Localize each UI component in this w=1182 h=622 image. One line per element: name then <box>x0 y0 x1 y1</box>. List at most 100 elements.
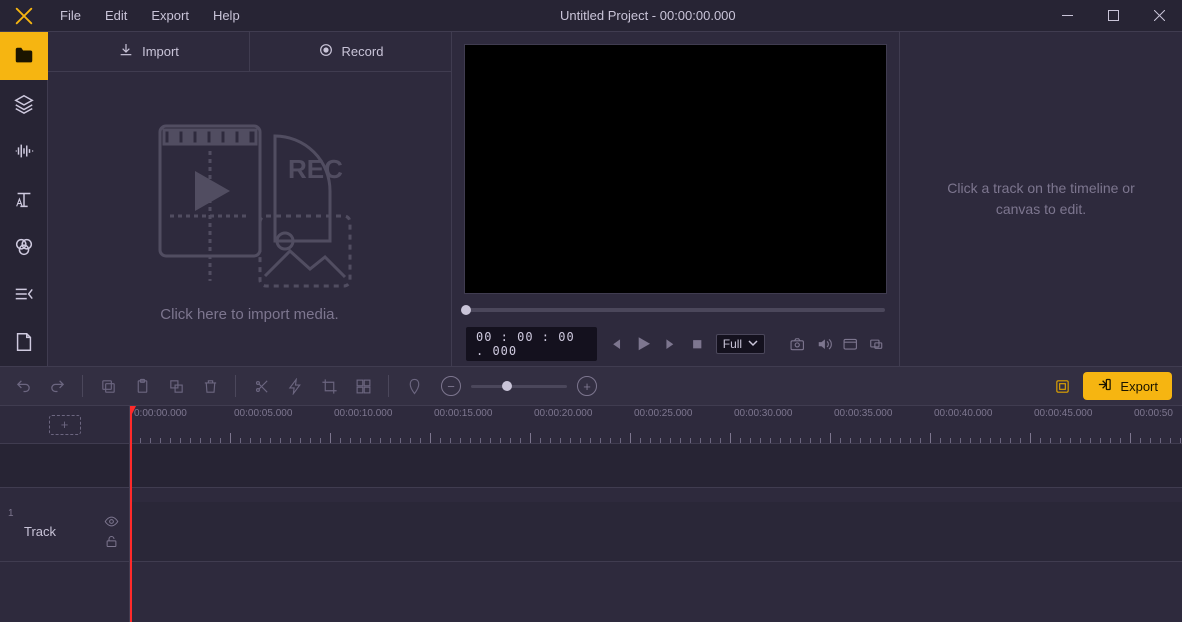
menu-edit[interactable]: Edit <box>93 0 139 32</box>
media-placeholder-art: REC <box>140 116 360 296</box>
menu-file[interactable]: File <box>48 0 93 32</box>
snapshot-button[interactable] <box>789 333 805 355</box>
menu-export[interactable]: Export <box>139 0 201 32</box>
preview-seek <box>452 298 899 322</box>
seek-slider[interactable] <box>466 308 885 312</box>
main-body: Import Record <box>0 32 1182 366</box>
duplicate-button[interactable] <box>163 373 189 399</box>
media-drop-zone[interactable]: REC Click here to import media. <box>48 72 451 366</box>
toolbar-separator <box>388 375 389 397</box>
delete-button[interactable] <box>197 373 223 399</box>
redo-button[interactable] <box>44 373 70 399</box>
marker-button[interactable] <box>401 373 427 399</box>
render-preview-button[interactable] <box>1049 373 1075 399</box>
track-number: 1 <box>8 508 14 519</box>
zoom-control: − + <box>441 376 597 396</box>
import-icon <box>118 42 134 61</box>
group-button[interactable] <box>350 373 376 399</box>
detach-preview-button[interactable] <box>842 333 858 355</box>
center-panels: Import Record <box>48 32 1182 366</box>
ruler-label: 00:00:10.000 <box>334 408 392 419</box>
rail-filters[interactable] <box>0 223 48 271</box>
left-rail <box>0 32 48 366</box>
media-panel: Import Record <box>48 32 452 366</box>
media-tabs: Import Record <box>48 32 451 72</box>
track-name-label: Track <box>24 524 56 539</box>
rail-text[interactable] <box>0 175 48 223</box>
ruler-label: 00:00:05.000 <box>234 408 292 419</box>
window-controls <box>1044 0 1182 32</box>
timeline: + 1 Track 0:00:00.00000:00:05.00000:00:1… <box>0 406 1182 622</box>
titlebar: File Edit Export Help Untitled Project -… <box>0 0 1182 32</box>
zoom-out-button[interactable]: − <box>441 376 461 396</box>
track-header-1[interactable]: 1 Track <box>0 502 129 562</box>
paste-button[interactable] <box>129 373 155 399</box>
ruler-label: 00:00:30.000 <box>734 408 792 419</box>
fullscreen-button[interactable] <box>868 333 884 355</box>
rail-media[interactable] <box>0 32 48 80</box>
seek-knob[interactable] <box>461 305 471 315</box>
app-window: { "title": "Untitled Project - 00:00:00.… <box>0 0 1182 622</box>
properties-empty-hint: Click a track on the timeline or canvas … <box>931 178 1151 220</box>
ruler-label: 00:00:20.000 <box>534 408 592 419</box>
timeline-toolbar: − + Export <box>0 366 1182 406</box>
volume-button[interactable] <box>816 333 832 355</box>
next-frame-button[interactable] <box>663 333 679 355</box>
copy-button[interactable] <box>95 373 121 399</box>
preview-canvas-wrap <box>452 32 899 298</box>
play-button[interactable] <box>633 331 652 357</box>
rail-elements[interactable] <box>0 318 48 366</box>
timeline-tracks-area[interactable]: 0:00:00.00000:00:05.00000:00:10.00000:00… <box>130 406 1182 622</box>
svg-text:REC: REC <box>288 154 343 184</box>
playhead[interactable] <box>130 406 132 622</box>
export-button-label: Export <box>1120 379 1158 394</box>
preview-controls: 00 : 00 : 00 . 000 Full <box>452 322 899 366</box>
track-visibility-toggle[interactable] <box>103 514 119 530</box>
split-button[interactable] <box>248 373 274 399</box>
ruler-label: 00:00:35.000 <box>834 408 892 419</box>
prev-frame-button[interactable] <box>607 333 623 355</box>
timeline-ruler[interactable]: 0:00:00.00000:00:05.00000:00:10.00000:00… <box>130 406 1182 444</box>
rail-transitions[interactable] <box>0 271 48 319</box>
speed-button[interactable] <box>282 373 308 399</box>
rail-layers[interactable] <box>0 80 48 128</box>
import-tab[interactable]: Import <box>48 32 250 71</box>
record-tab[interactable]: Record <box>250 32 451 71</box>
rail-audio[interactable] <box>0 127 48 175</box>
preview-canvas[interactable] <box>464 44 887 294</box>
add-track-button[interactable]: + <box>49 415 81 435</box>
record-tab-label: Record <box>342 44 384 59</box>
ruler-label: 00:00:45.000 <box>1034 408 1092 419</box>
menubar: File Edit Export Help <box>48 0 252 32</box>
zoom-in-button[interactable]: + <box>577 376 597 396</box>
preview-fit-select[interactable]: Full <box>716 334 765 354</box>
close-button[interactable] <box>1136 0 1182 32</box>
record-icon <box>318 42 334 61</box>
track-lane-1[interactable] <box>130 502 1182 562</box>
media-drop-label: Click here to import media. <box>160 306 338 323</box>
stop-button[interactable] <box>689 333 705 355</box>
zoom-slider[interactable] <box>471 385 567 388</box>
preview-fit-label: Full <box>723 337 742 351</box>
export-button[interactable]: Export <box>1083 372 1172 400</box>
preview-panel: 00 : 00 : 00 . 000 Full <box>452 32 900 366</box>
import-tab-label: Import <box>142 44 179 59</box>
ruler-label: 00:00:50 <box>1134 408 1173 419</box>
menu-help[interactable]: Help <box>201 0 252 32</box>
preview-timecode: 00 : 00 : 00 . 000 <box>466 327 597 361</box>
track-gap <box>0 488 129 502</box>
maximize-button[interactable] <box>1090 0 1136 32</box>
zoom-knob[interactable] <box>502 381 512 391</box>
undo-button[interactable] <box>10 373 36 399</box>
chevron-down-icon <box>748 337 758 351</box>
window-title: Untitled Project - 00:00:00.000 <box>252 8 1044 23</box>
app-logo-icon <box>0 0 48 32</box>
track-toggles <box>103 514 119 550</box>
export-icon <box>1097 377 1112 395</box>
timeline-header-corner: + <box>0 406 129 444</box>
ruler-label: 00:00:15.000 <box>434 408 492 419</box>
crop-button[interactable] <box>316 373 342 399</box>
minimize-button[interactable] <box>1044 0 1090 32</box>
timeline-track-headers: + 1 Track <box>0 406 130 622</box>
track-lock-toggle[interactable] <box>103 534 119 550</box>
